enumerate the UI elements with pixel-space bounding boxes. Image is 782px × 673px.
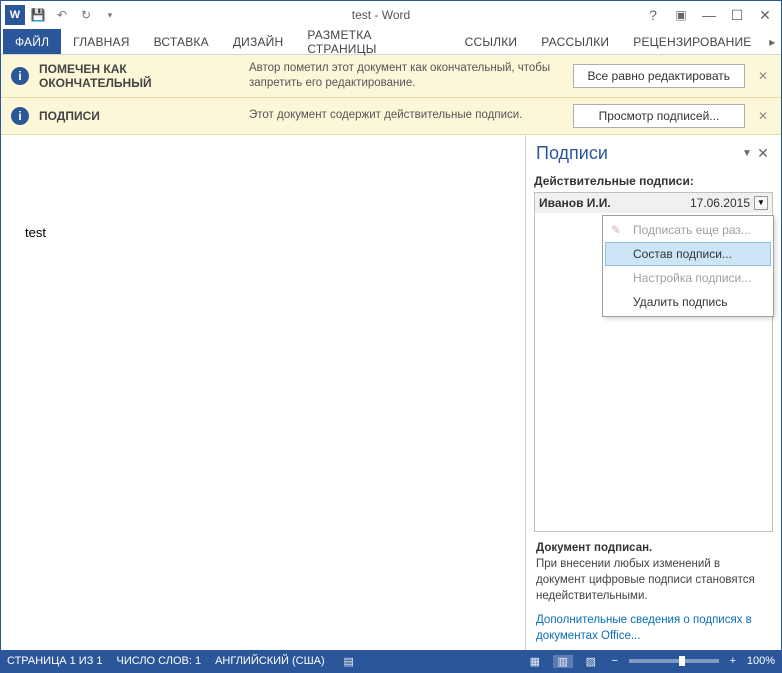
info-icon: i: [11, 67, 29, 85]
titlebar: W 💾 ↶ ↻ ▾ test - Word ? ▣ — ☐ ✕: [1, 1, 781, 29]
menu-signature-details[interactable]: Состав подписи...: [605, 242, 771, 266]
ribbon-options-icon[interactable]: ▣: [669, 4, 693, 26]
close-button[interactable]: ✕: [753, 4, 777, 26]
message-bar-final: i ПОМЕЧЕН КАК ОКОНЧАТЕЛЬНЫЙ Автор помети…: [1, 55, 781, 98]
print-layout-icon[interactable]: ▥: [553, 655, 573, 668]
read-mode-icon[interactable]: ▦: [525, 655, 545, 668]
redo-icon[interactable]: ↻: [75, 4, 97, 26]
valid-signatures-label: Действительные подписи:: [534, 174, 773, 188]
tab-home[interactable]: ГЛАВНАЯ: [61, 29, 141, 54]
signature-context-menu: ✎ Подписать еще раз... Состав подписи...…: [602, 215, 774, 317]
tab-file[interactable]: ФАЙЛ: [3, 29, 61, 54]
signature-name: Иванов И.И.: [539, 196, 690, 210]
zoom-in-button[interactable]: +: [727, 655, 739, 667]
signatures-help-link[interactable]: Дополнительные сведения о подписях в док…: [536, 612, 771, 644]
info-icon: i: [11, 107, 29, 125]
ribbon-tabs: ФАЙЛ ГЛАВНАЯ ВСТАВКА ДИЗАЙН РАЗМЕТКА СТР…: [1, 29, 781, 55]
word-count[interactable]: ЧИСЛО СЛОВ: 1: [117, 655, 202, 667]
zoom-level[interactable]: 100%: [747, 655, 775, 667]
edit-anyway-button[interactable]: Все равно редактировать: [573, 64, 745, 88]
document-area[interactable]: test: [1, 135, 525, 658]
signature-dropdown-button[interactable]: ▼: [754, 196, 768, 210]
qat-customize-icon[interactable]: ▾: [99, 4, 121, 26]
tab-mailings[interactable]: РАССЫЛКИ: [529, 29, 621, 54]
status-left: СТРАНИЦА 1 ИЗ 1 ЧИСЛО СЛОВ: 1 АНГЛИЙСКИЙ…: [7, 655, 359, 668]
main-area: test Подписи ▼ ✕ Действительные подписи:…: [1, 135, 781, 658]
macro-icon[interactable]: ▤: [339, 655, 359, 668]
pane-footer: Документ подписан. При внесении любых из…: [534, 532, 773, 653]
status-bar: СТРАНИЦА 1 ИЗ 1 ЧИСЛО СЛОВ: 1 АНГЛИЙСКИЙ…: [1, 650, 781, 672]
tab-layout[interactable]: РАЗМЕТКА СТРАНИЦЫ: [295, 29, 452, 54]
window-title: test - Word: [121, 8, 641, 22]
menu-sign-again: ✎ Подписать еще раз...: [605, 218, 771, 242]
sign-icon: ✎: [611, 223, 625, 237]
save-icon[interactable]: 💾: [27, 4, 49, 26]
signatures-pane: Подписи ▼ ✕ Действительные подписи: Иван…: [525, 135, 781, 658]
signatures-title: ПОДПИСИ: [39, 109, 239, 123]
signature-date: 17.06.2015: [690, 196, 750, 210]
zoom-thumb[interactable]: [679, 656, 685, 666]
signatures-text: Этот документ содержит действительные по…: [249, 108, 563, 123]
final-text: Автор пометил этот документ как окончате…: [249, 61, 563, 91]
maximize-button[interactable]: ☐: [725, 4, 749, 26]
menu-signature-setup: Настройка подписи...: [605, 266, 771, 290]
final-title: ПОМЕЧЕН КАК ОКОНЧАТЕЛЬНЫЙ: [39, 62, 239, 90]
tab-design[interactable]: ДИЗАЙН: [221, 29, 296, 54]
tab-review[interactable]: РЕЦЕНЗИРОВАНИЕ: [621, 29, 763, 54]
menu-remove-signature[interactable]: Удалить подпись: [605, 290, 771, 314]
pane-title: Подписи: [536, 143, 739, 164]
close-bar2-icon[interactable]: ✕: [755, 108, 771, 124]
close-bar1-icon[interactable]: ✕: [755, 68, 771, 84]
document-text: test: [25, 225, 46, 240]
help-icon[interactable]: ?: [641, 4, 665, 26]
view-signatures-button[interactable]: Просмотр подписей...: [573, 104, 745, 128]
language-indicator[interactable]: АНГЛИЙСКИЙ (США): [215, 655, 325, 667]
signed-status: Документ подписан.: [536, 540, 771, 556]
zoom-out-button[interactable]: −: [609, 655, 621, 667]
message-bar-signatures: i ПОДПИСИ Этот документ содержит действи…: [1, 98, 781, 135]
signed-warning: При внесении любых изменений в документ …: [536, 556, 771, 604]
pane-options-icon[interactable]: ▼: [739, 148, 755, 159]
page-indicator[interactable]: СТРАНИЦА 1 ИЗ 1: [7, 655, 103, 667]
pane-header: Подписи ▼ ✕: [526, 135, 781, 168]
minimize-button[interactable]: —: [697, 4, 721, 26]
zoom-slider[interactable]: [629, 659, 719, 663]
quick-access-toolbar: W 💾 ↶ ↻ ▾: [5, 4, 121, 26]
tab-references[interactable]: ССЫЛКИ: [453, 29, 530, 54]
signature-row[interactable]: Иванов И.И. 17.06.2015 ▼: [535, 193, 772, 213]
window-controls: ? ▣ — ☐ ✕: [641, 4, 777, 26]
tab-insert[interactable]: ВСТАВКА: [142, 29, 221, 54]
tab-scroll-right-icon[interactable]: ▸: [763, 29, 781, 54]
undo-icon[interactable]: ↶: [51, 4, 73, 26]
word-app-icon: W: [5, 5, 25, 25]
web-layout-icon[interactable]: ▧: [581, 655, 601, 668]
signature-list: Иванов И.И. 17.06.2015 ▼ ✎ Подписать еще…: [534, 192, 773, 532]
status-right: ▦ ▥ ▧ − + 100%: [525, 655, 775, 668]
pane-close-icon[interactable]: ✕: [755, 145, 771, 162]
pane-body: Действительные подписи: Иванов И.И. 17.0…: [526, 168, 781, 659]
